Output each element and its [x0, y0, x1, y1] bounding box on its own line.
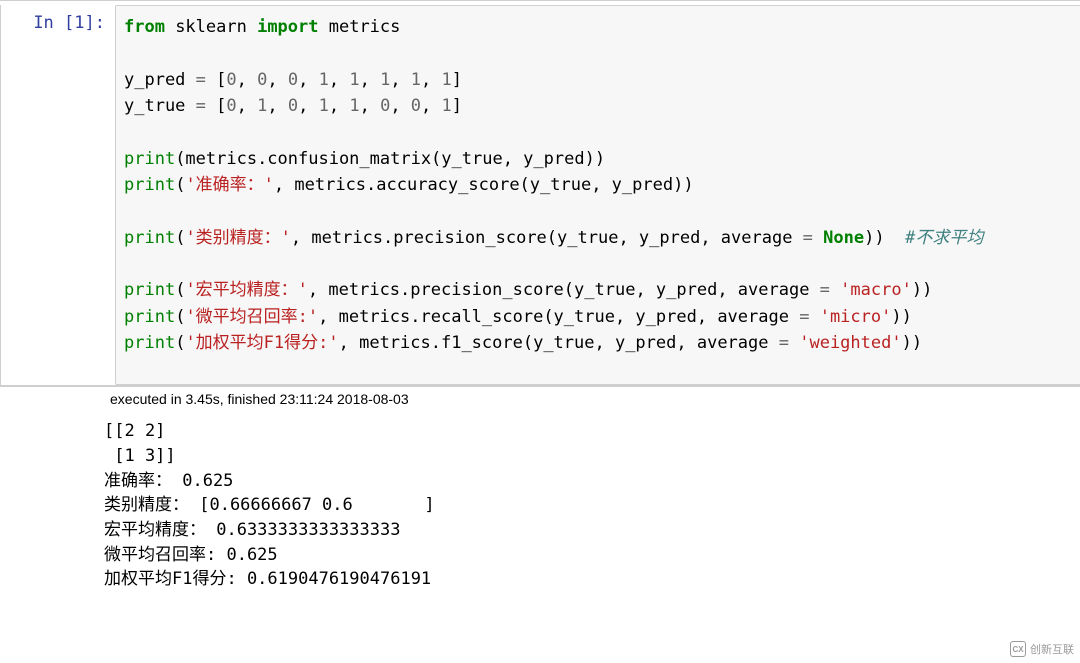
code-token: , — [390, 96, 410, 116]
code-token: , — [421, 70, 441, 90]
code-token: = — [779, 333, 789, 353]
code-token: None — [823, 228, 864, 248]
code-token: y_pred — [124, 70, 196, 90]
code-token: ( — [175, 280, 185, 300]
code-token: 0 — [257, 70, 267, 90]
code-token: print — [124, 307, 175, 327]
code-token: , metrics.recall_score(y_true, y_pred, a… — [318, 307, 799, 327]
code-token: ( — [175, 175, 185, 195]
code-token: , — [298, 70, 318, 90]
code-token: ( — [175, 333, 185, 353]
code-token: , — [360, 70, 380, 90]
code-token: 0 — [226, 96, 236, 116]
watermark-text: 创新互联 — [1030, 641, 1074, 657]
code-token: #不求平均 — [905, 228, 983, 248]
code-token: '加权平均F1得分:' — [185, 333, 338, 353]
code-token: , — [390, 70, 410, 90]
code-token: ] — [452, 70, 462, 90]
code-token: , — [421, 96, 441, 116]
input-prompt: In [1]: — [7, 5, 115, 33]
execution-status-text: executed in 3.45s, finished 23:11:24 201… — [110, 391, 409, 407]
code-token: '微平均召回率:' — [185, 307, 318, 327]
code-token: , — [298, 96, 318, 116]
code-token: ] — [452, 96, 462, 116]
code-token: = — [803, 228, 813, 248]
code-token: = — [196, 96, 206, 116]
prompt-in-label: In — [33, 13, 53, 33]
code-token: metrics — [319, 17, 401, 37]
code-token: 1 — [442, 70, 452, 90]
code-token: 1 — [319, 96, 329, 116]
code-token: 0 — [288, 70, 298, 90]
code-token: [ — [206, 96, 226, 116]
cell-left-border — [0, 5, 7, 385]
code-token: '类别精度：' — [185, 228, 290, 248]
code-token: print — [124, 175, 175, 195]
code-token — [809, 307, 819, 327]
code-token: = — [196, 70, 206, 90]
code-token: )) — [891, 307, 911, 327]
code-token: '宏平均精度：' — [185, 280, 307, 300]
watermark: CX 创新互联 — [1010, 641, 1074, 657]
code-token: , — [267, 70, 287, 90]
output-area: [[2 2] [1 3]] 准确率： 0.625 类别精度： [0.666666… — [0, 411, 1080, 591]
code-token: 1 — [319, 70, 329, 90]
code-token: 1 — [380, 70, 390, 90]
code-token: , — [237, 96, 257, 116]
code-token: import — [257, 17, 318, 37]
code-token: )) — [864, 228, 905, 248]
code-token: '准确率：' — [185, 175, 273, 195]
code-token: print — [124, 228, 175, 248]
watermark-logo-icon: CX — [1010, 641, 1026, 657]
code-token: )) — [902, 333, 922, 353]
code-token: = — [799, 307, 809, 327]
code-token: 0 — [288, 96, 298, 116]
code-token: 0 — [411, 96, 421, 116]
code-token: (metrics.confusion_matrix(y_true, y_pred… — [175, 149, 605, 169]
code-token: [ — [206, 70, 226, 90]
code-token: print — [124, 149, 175, 169]
code-token: 0 — [226, 70, 236, 90]
code-token: , — [267, 96, 287, 116]
prompt-number: [1]: — [64, 13, 105, 33]
code-editor[interactable]: from sklearn import metrics y_pred = [0,… — [115, 5, 1080, 385]
code-token: from — [124, 17, 165, 37]
code-token: 1 — [442, 96, 452, 116]
code-token: 1 — [411, 70, 421, 90]
code-token: ( — [175, 307, 185, 327]
code-token: , — [237, 70, 257, 90]
code-token: sklearn — [165, 17, 257, 37]
code-token: , — [329, 96, 349, 116]
code-token: y_true — [124, 96, 196, 116]
code-token: , metrics.precision_score(y_true, y_pred… — [308, 280, 820, 300]
code-token: 'micro' — [820, 307, 892, 327]
code-token: )) — [912, 280, 932, 300]
code-token — [789, 333, 799, 353]
stdout-text: [[2 2] [1 3]] 准确率： 0.625 类别精度： [0.666666… — [104, 419, 1080, 591]
code-token — [830, 280, 840, 300]
code-token: , — [329, 70, 349, 90]
code-token: 1 — [257, 96, 267, 116]
code-token: print — [124, 280, 175, 300]
code-token: , — [360, 96, 380, 116]
code-token: print — [124, 333, 175, 353]
code-token: , metrics.precision_score(y_true, y_pred… — [291, 228, 803, 248]
code-token: 1 — [349, 70, 359, 90]
code-token: 'weighted' — [799, 333, 901, 353]
execution-status-bar: executed in 3.45s, finished 23:11:24 201… — [0, 386, 1080, 411]
code-token: 'macro' — [840, 280, 912, 300]
code-token: ( — [175, 228, 185, 248]
code-token: = — [820, 280, 830, 300]
code-token: , metrics.f1_score(y_true, y_pred, avera… — [339, 333, 779, 353]
notebook-code-cell: In [1]: from sklearn import metrics y_pr… — [0, 0, 1080, 386]
code-token: , metrics.accuracy_score(y_true, y_pred)… — [274, 175, 694, 195]
code-token: 0 — [380, 96, 390, 116]
code-token: 1 — [349, 96, 359, 116]
code-token — [813, 228, 823, 248]
